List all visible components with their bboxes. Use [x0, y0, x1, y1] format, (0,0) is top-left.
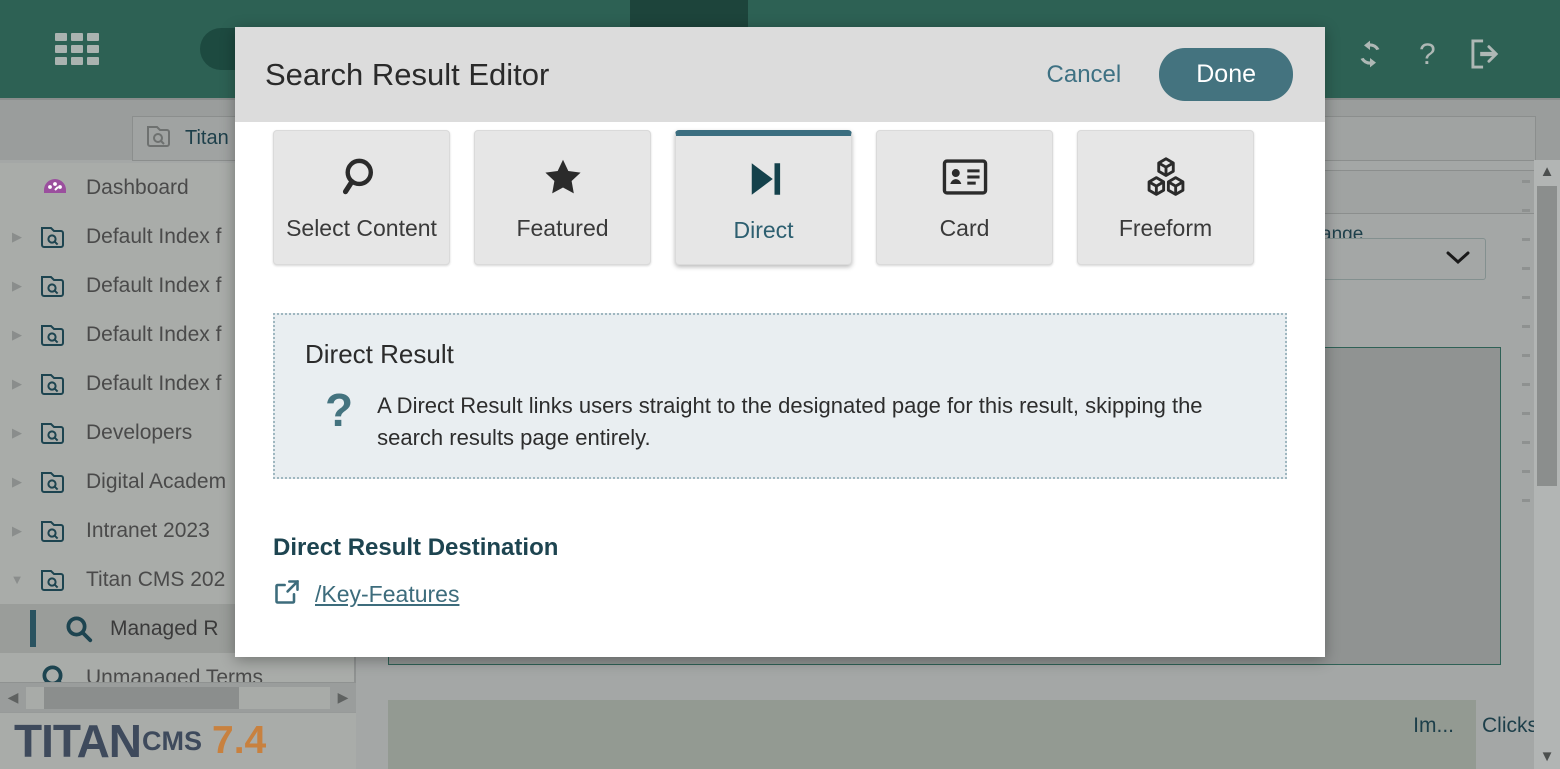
tree-twisty-icon[interactable]: ▶ — [0, 523, 34, 539]
star-icon — [540, 154, 586, 200]
column-clicks: Clicks — [1482, 714, 1538, 737]
scroll-up-arrow[interactable]: ▲ — [1534, 160, 1560, 184]
tab-direct[interactable]: Direct — [675, 130, 852, 265]
magnifier-icon — [58, 614, 100, 644]
tab-featured[interactable]: Featured — [474, 130, 651, 265]
tree-item-label: Default Index f — [86, 371, 222, 395]
right-text-placeholder — [1522, 180, 1530, 528]
logo-titan: TITAN — [14, 715, 142, 767]
tree-twisty-icon[interactable]: ▶ — [0, 229, 34, 245]
tab-card[interactable]: Card — [876, 130, 1053, 265]
breadcrumb-text: Titan — [185, 127, 229, 149]
scroll-thumb[interactable] — [1537, 186, 1557, 486]
help-question-icon[interactable]: ? — [1418, 38, 1442, 75]
tree-item-label: Digital Academ — [86, 469, 227, 493]
logo-version: 7.4 — [212, 719, 267, 762]
tab-label: Direct — [733, 217, 794, 243]
destination-link[interactable]: /Key-Features — [315, 581, 459, 608]
tree-twisty-icon[interactable]: ▶ — [0, 425, 34, 441]
search-result-editor-modal: Search Result Editor Cancel Done Select … — [235, 27, 1325, 657]
tab-label: Select Content — [286, 214, 437, 241]
page-title: Search Result Editor — [265, 56, 550, 92]
tree-scroll-thumb[interactable] — [44, 686, 239, 709]
direct-result-infobox: Direct Result ? A Direct Result links us… — [273, 313, 1287, 479]
destination-heading: Direct Result Destination — [273, 534, 559, 561]
destination-row[interactable]: /Key-Features — [273, 578, 1287, 611]
tree-twisty-icon[interactable]: ▶ — [0, 327, 34, 343]
date-range-select[interactable] — [1300, 238, 1486, 280]
refresh-icon[interactable] — [1352, 38, 1388, 75]
scroll-right-arrow[interactable]: ▶ — [330, 689, 356, 706]
cubes-icon — [1144, 154, 1188, 200]
chevron-down-icon — [1445, 249, 1471, 272]
tree-item-label: Default Index f — [86, 322, 222, 346]
tab-label: Card — [939, 214, 990, 241]
tab-freeform[interactable]: Freeform — [1077, 130, 1254, 265]
tree-item-label: Managed R — [110, 616, 219, 640]
search-folder-icon — [34, 371, 76, 397]
tab-label: Featured — [516, 214, 609, 241]
tree-item-label: Intranet 2023 — [86, 518, 210, 542]
search-folder-icon — [34, 567, 76, 593]
svg-text:?: ? — [1419, 38, 1436, 70]
infobox-text: A Direct Result links users straight to … — [377, 393, 1203, 450]
search-folder-icon — [146, 123, 176, 155]
tree-item-label: Dashboard — [86, 175, 189, 199]
search-folder-icon — [34, 273, 76, 299]
tree-item-label: Default Index f — [86, 273, 222, 297]
cancel-button[interactable]: Cancel — [1035, 55, 1134, 95]
grid-apps-icon[interactable] — [55, 33, 99, 65]
infobox-heading: Direct Result — [305, 339, 454, 369]
search-folder-icon — [34, 518, 76, 544]
stats-table — [388, 700, 1476, 769]
search-folder-icon — [34, 420, 76, 446]
page-scrollbar[interactable]: ▲ ▼ — [1534, 160, 1560, 769]
skip-forward-icon — [743, 156, 785, 202]
search-folder-icon — [34, 469, 76, 495]
modal-body: Select Content Featured Direct Card Freeform… — [235, 122, 1325, 611]
logout-icon[interactable] — [1468, 38, 1504, 75]
tree-twisty-icon[interactable]: ▶ — [0, 278, 34, 294]
tree-horizontal-scrollbar[interactable]: ◀ ▶ — [0, 682, 356, 712]
scroll-down-arrow[interactable]: ▼ — [1534, 745, 1560, 769]
question-mark-icon: ? — [325, 384, 354, 436]
tab-label: Freeform — [1118, 214, 1213, 241]
tab-select-content[interactable]: Select Content — [273, 130, 450, 265]
titan-cms-logo: TITAN CMS 7.4 — [0, 712, 356, 769]
dashboard-icon — [34, 175, 76, 201]
search-folder-icon — [34, 224, 76, 250]
result-type-tabs: Select Content Featured Direct Card Freeform — [273, 122, 1287, 265]
tree-item-label: Developers — [86, 420, 193, 444]
tree-twisty-icon[interactable]: ▼ — [0, 572, 34, 587]
tree-item-label: Default Index f — [86, 224, 222, 248]
tree-twisty-icon[interactable]: ▶ — [0, 376, 34, 392]
id-card-icon — [942, 154, 988, 200]
external-link-icon — [273, 578, 301, 611]
done-button[interactable]: Done — [1159, 48, 1293, 101]
logo-cms: CMS — [142, 725, 203, 756]
search-folder-icon — [34, 322, 76, 348]
tree-item-label: Titan CMS 202 — [86, 567, 226, 591]
modal-header: Search Result Editor Cancel Done — [235, 27, 1325, 122]
stats-table-header: Im... Clicks — [1413, 714, 1538, 738]
magnifier-icon — [340, 154, 384, 200]
scroll-left-arrow[interactable]: ◀ — [0, 689, 26, 706]
tree-twisty-icon[interactable]: ▶ — [0, 474, 34, 490]
column-impressions: Im... — [1413, 714, 1454, 737]
